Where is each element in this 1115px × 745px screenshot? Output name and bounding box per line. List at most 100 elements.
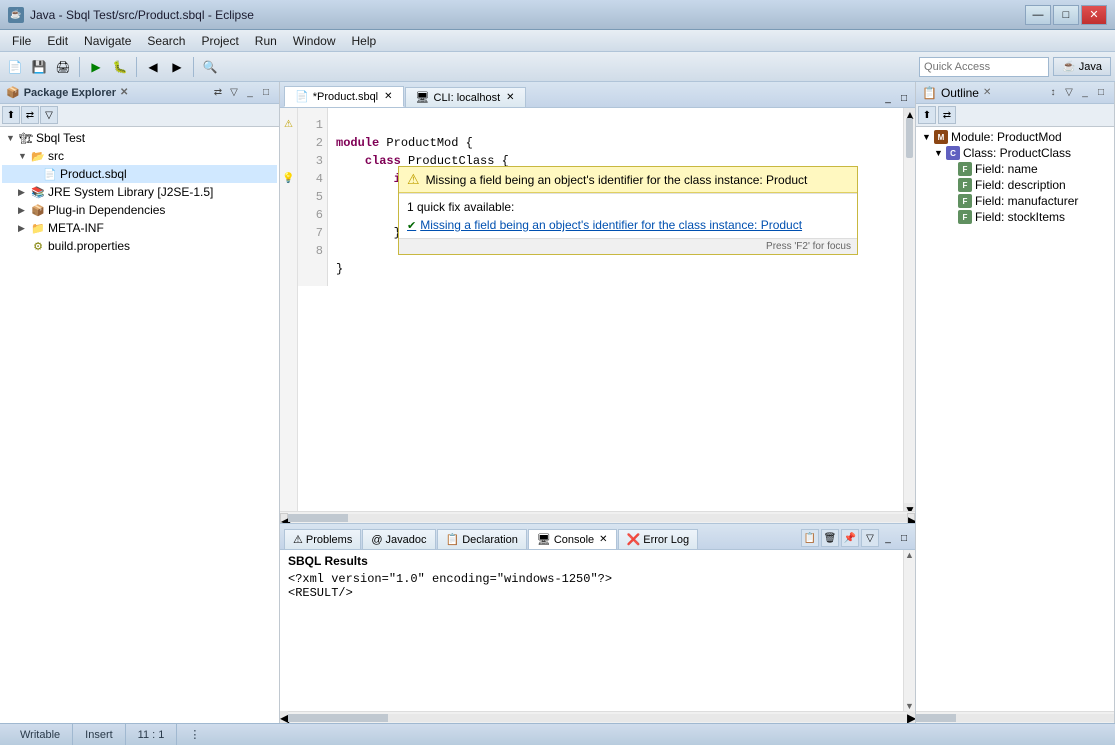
toolbar-sep-3 bbox=[193, 57, 194, 77]
tree-product-sbql[interactable]: 📄 Product.sbql bbox=[2, 165, 277, 183]
tree-label-jre: JRE System Library [J2SE-1.5] bbox=[48, 185, 213, 199]
minimize-button[interactable]: — bbox=[1025, 5, 1051, 25]
maximize-button[interactable]: □ bbox=[1053, 5, 1079, 25]
outline-panel: 📋 Outline ✕ ↕ ▽ _ □ ⬆ ⇄ ▼ M Module: Prod… bbox=[915, 82, 1115, 723]
toolbar-save-button[interactable]: 💾 bbox=[28, 56, 50, 78]
main-container: 📦 Package Explorer ✕ ⇄ ▽ _ □ ⬆ ⇄ ▽ ▼ 🏗 S… bbox=[0, 82, 1115, 723]
outline-field-name[interactable]: F Field: name bbox=[918, 161, 1112, 177]
outline-close-icon: ✕ bbox=[983, 87, 991, 98]
hover-footer: Press 'F2' for focus bbox=[399, 238, 857, 254]
tree-plugin-deps[interactable]: ▶ 📦 Plug-in Dependencies bbox=[2, 201, 277, 219]
console-toolbar-menu[interactable]: ▽ bbox=[861, 529, 879, 547]
console-icon: 🖥 bbox=[537, 533, 551, 546]
tab-cli[interactable]: 🖥 CLI: localhost ✕ bbox=[405, 87, 526, 107]
menu-navigate[interactable]: Navigate bbox=[76, 32, 139, 50]
outline-field-stock-label: Field: stockItems bbox=[975, 210, 1065, 224]
outline-link-editor[interactable]: ⇄ bbox=[938, 106, 956, 124]
tree-jre[interactable]: ▶ 📚 JRE System Library [J2SE-1.5] bbox=[2, 183, 277, 201]
toolbar-forward-button[interactable]: ▶ bbox=[166, 56, 188, 78]
outline-field-mfr[interactable]: F Field: manufacturer bbox=[918, 193, 1112, 209]
console-tab-close[interactable]: ✕ bbox=[599, 534, 607, 545]
console-toolbar-clear[interactable]: 🗑 bbox=[821, 529, 839, 547]
menu-run[interactable]: Run bbox=[247, 32, 285, 50]
menu-edit[interactable]: Edit bbox=[39, 32, 76, 50]
editor-area[interactable]: 12345678 module ProductMod { class Produ… bbox=[298, 108, 903, 511]
tab-problems[interactable]: ⚠ Problems bbox=[284, 529, 361, 549]
toolbar-new-button[interactable]: 📄 bbox=[4, 56, 26, 78]
sbql-file-icon: 📄 bbox=[42, 166, 58, 182]
panel-minimize-button[interactable]: _ bbox=[243, 86, 257, 100]
toolbar-run-button[interactable]: ▶ bbox=[85, 56, 107, 78]
console-scroll-up: ▲ bbox=[904, 550, 915, 560]
quick-access-input[interactable] bbox=[919, 57, 1049, 77]
view-menu-button[interactable]: ▽ bbox=[40, 106, 58, 124]
menu-file[interactable]: File bbox=[4, 32, 39, 50]
editor-maximize-button[interactable]: □ bbox=[897, 91, 911, 105]
class-icon: C bbox=[946, 146, 960, 160]
tab-cli-close[interactable]: ✕ bbox=[506, 92, 514, 103]
outline-hscrollbar[interactable] bbox=[916, 711, 1114, 723]
tree-build-props[interactable]: ⚙ build.properties bbox=[2, 237, 277, 255]
tab-declaration[interactable]: 📋 Declaration bbox=[437, 529, 527, 549]
editor-scrollbar[interactable]: ▲ ▼ bbox=[903, 108, 915, 511]
outline-sort-button[interactable]: ↕ bbox=[1046, 86, 1060, 100]
menu-project[interactable]: Project bbox=[193, 32, 246, 50]
tab-product-close[interactable]: ✕ bbox=[384, 91, 392, 102]
outline-menu-button[interactable]: ▽ bbox=[1062, 86, 1076, 100]
title-bar: ☕ Java - Sbql Test/src/Product.sbql - Ec… bbox=[0, 0, 1115, 30]
toolbar-debug-button[interactable]: 🐛 bbox=[109, 56, 131, 78]
bottom-maximize-button[interactable]: □ bbox=[897, 531, 911, 545]
editor-minimize-button[interactable]: _ bbox=[881, 91, 895, 105]
tab-cli-label: CLI: localhost bbox=[434, 92, 501, 104]
link-editor-button[interactable]: ⇄ bbox=[21, 106, 39, 124]
bottom-panel: ⚠ Problems @ Javadoc 📋 Declaration 🖥 Con… bbox=[280, 523, 915, 723]
hover-quickfix-label: 1 quick fix available: bbox=[407, 200, 849, 214]
tab-javadoc[interactable]: @ Javadoc bbox=[362, 529, 435, 549]
hscroll-right-arrow: ▶ bbox=[907, 513, 915, 523]
panel-sync-button[interactable]: ⇄ bbox=[211, 86, 225, 100]
hscroll-left-arrow: ◀ bbox=[280, 513, 288, 523]
panel-menu-button[interactable]: ▽ bbox=[227, 86, 241, 100]
close-button[interactable]: ✕ bbox=[1081, 5, 1107, 25]
tab-error-log[interactable]: ❌ Error Log bbox=[618, 529, 699, 549]
toolbar-back-button[interactable]: ◀ bbox=[142, 56, 164, 78]
outline-field-stock[interactable]: F Field: stockItems bbox=[918, 209, 1112, 225]
outline-class-arrow: ▼ bbox=[934, 148, 946, 158]
toolbar: 📄 💾 🖨 ▶ 🐛 ◀ ▶ 🔍 ☕ Java bbox=[0, 52, 1115, 82]
console-content[interactable]: SBQL Results <?xml version="1.0" encodin… bbox=[280, 550, 903, 711]
tab-console[interactable]: 🖥 Console ✕ bbox=[528, 529, 617, 549]
tree-meta-inf[interactable]: ▶ 📁 META-INF bbox=[2, 219, 277, 237]
console-scrollbar[interactable]: ▲ ▼ bbox=[903, 550, 915, 711]
console-toolbar-pin[interactable]: 📌 bbox=[841, 529, 859, 547]
hover-fix-link[interactable]: ✔ Missing a field being an object's iden… bbox=[407, 218, 849, 232]
tree-src[interactable]: ▼ 📂 src bbox=[2, 147, 277, 165]
outline-class[interactable]: ▼ C Class: ProductClass bbox=[918, 145, 1112, 161]
editor-hscrollbar[interactable]: ◀ ▶ bbox=[280, 511, 915, 523]
scrollbar-track bbox=[904, 160, 915, 503]
console-hscroll-right: ▶ bbox=[907, 711, 915, 724]
package-explorer-icon: 📦 bbox=[6, 86, 20, 99]
menu-search[interactable]: Search bbox=[139, 32, 193, 50]
scrollbar-thumb[interactable] bbox=[906, 118, 913, 158]
outline-field-desc[interactable]: F Field: description bbox=[918, 177, 1112, 193]
outline-maximize-button[interactable]: □ bbox=[1094, 86, 1108, 100]
collapse-all-button[interactable]: ⬆ bbox=[2, 106, 20, 124]
field-name-icon: F bbox=[958, 162, 972, 176]
tree-sbql-test[interactable]: ▼ 🏗 Sbql Test bbox=[2, 129, 277, 147]
package-explorer-close-icon: ✕ bbox=[120, 87, 128, 98]
bottom-minimize-button[interactable]: _ bbox=[881, 531, 895, 545]
tab-product-sbql[interactable]: 📄 *Product.sbql ✕ bbox=[284, 86, 404, 107]
toolbar-print-button[interactable]: 🖨 bbox=[52, 56, 74, 78]
editor-gutter: ⚠ 💡 bbox=[280, 108, 298, 511]
menu-help[interactable]: Help bbox=[344, 32, 385, 50]
toolbar-search-button[interactable]: 🔍 bbox=[199, 56, 221, 78]
console-toolbar-copy[interactable]: 📋 bbox=[801, 529, 819, 547]
package-explorer-title: 📦 Package Explorer ✕ bbox=[6, 86, 128, 99]
outline-minimize-button[interactable]: _ bbox=[1078, 86, 1092, 100]
menu-window[interactable]: Window bbox=[285, 32, 344, 50]
panel-maximize-button[interactable]: □ bbox=[259, 86, 273, 100]
console-hscrollbar[interactable]: ◀ ▶ bbox=[280, 711, 915, 723]
java-perspective-button[interactable]: ☕ Java bbox=[1053, 57, 1111, 76]
outline-module[interactable]: ▼ M Module: ProductMod bbox=[918, 129, 1112, 145]
outline-collapse-all[interactable]: ⬆ bbox=[918, 106, 936, 124]
